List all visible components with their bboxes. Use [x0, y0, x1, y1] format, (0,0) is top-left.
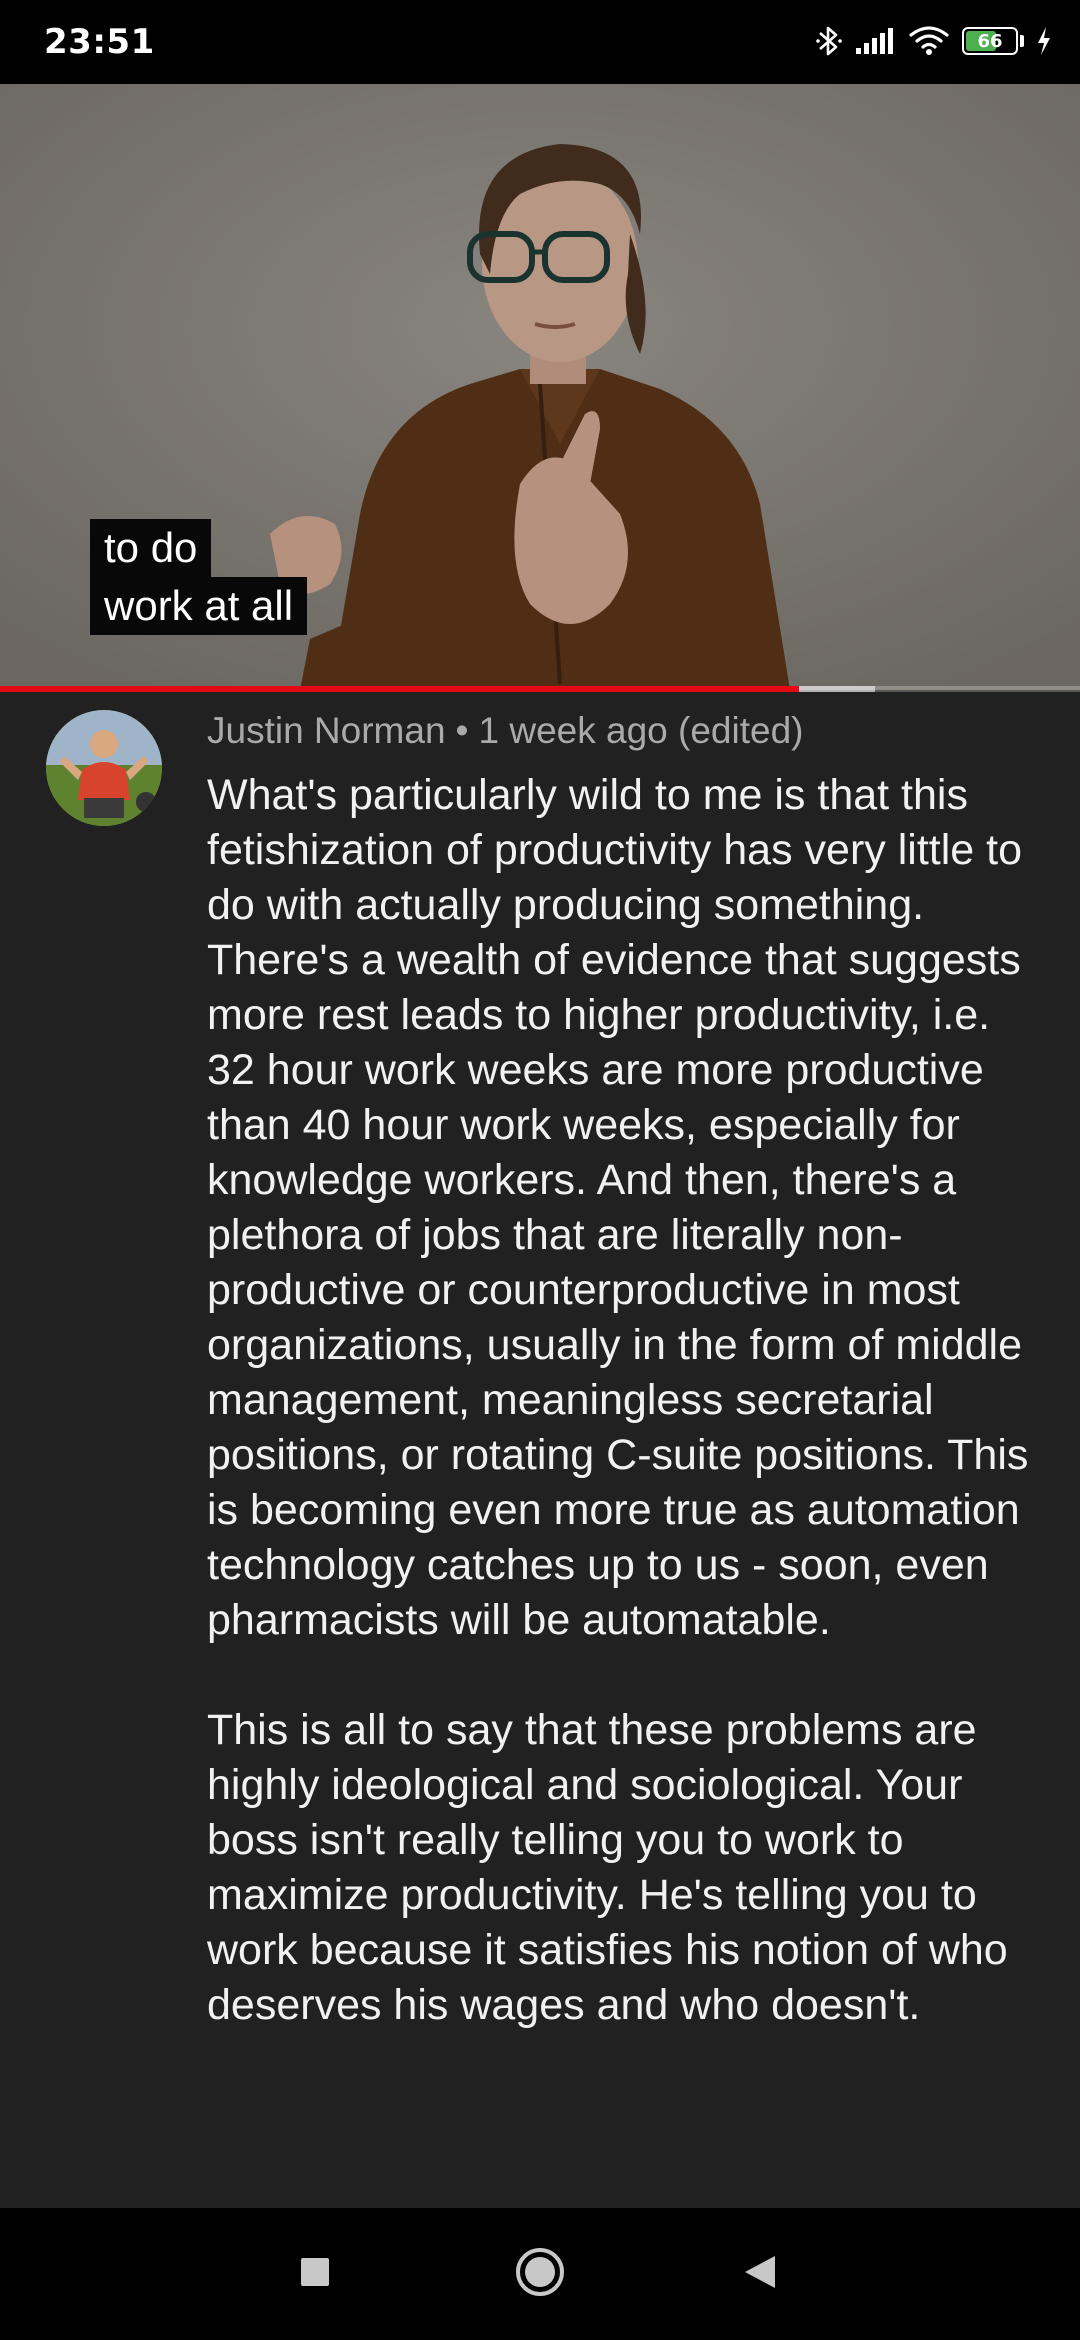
- caption-line-2: work at all: [90, 577, 308, 635]
- comment-paragraph-2: This is all to say that these problems a…: [207, 1706, 1008, 2029]
- video-caption: to do work at all: [90, 519, 308, 635]
- meta-separator: •: [455, 710, 469, 751]
- comment-body: What's particularly wild to me is that t…: [207, 768, 1037, 2088]
- home-button[interactable]: [480, 2208, 600, 2340]
- status-icons: 66: [816, 18, 1052, 64]
- screen: 23:51 66 to do work at all Justin Norman…: [0, 0, 1080, 2340]
- back-triangle-icon: [743, 2254, 777, 2295]
- charging-icon: [1036, 26, 1052, 56]
- battery-icon: 66: [962, 27, 1024, 55]
- back-button[interactable]: [700, 2208, 820, 2340]
- status-time: 23:51: [44, 22, 155, 62]
- battery-level: 66: [977, 30, 1003, 52]
- comment-author[interactable]: Justin Norman: [207, 710, 446, 751]
- avatar[interactable]: [46, 710, 162, 826]
- caption-line-1: to do: [90, 519, 212, 577]
- square-icon: [299, 2256, 331, 2293]
- bluetooth-icon: [816, 23, 842, 59]
- video-player[interactable]: to do work at all: [0, 84, 1080, 690]
- comment-paragraph-1: What's particularly wild to me is that t…: [207, 771, 1029, 1644]
- wifi-icon: [908, 25, 950, 57]
- comment-meta: Justin Norman • 1 week ago (edited): [207, 710, 803, 752]
- recents-button[interactable]: [255, 2208, 375, 2340]
- system-nav-bar: [0, 2208, 1080, 2340]
- signal-icon: [854, 26, 896, 56]
- comment-timestamp: 1 week ago (edited): [478, 710, 804, 751]
- status-bar: 23:51 66: [0, 0, 1080, 84]
- home-circle-icon: [514, 2246, 566, 2303]
- comment: Justin Norman • 1 week ago (edited) What's…: [0, 692, 1080, 2208]
